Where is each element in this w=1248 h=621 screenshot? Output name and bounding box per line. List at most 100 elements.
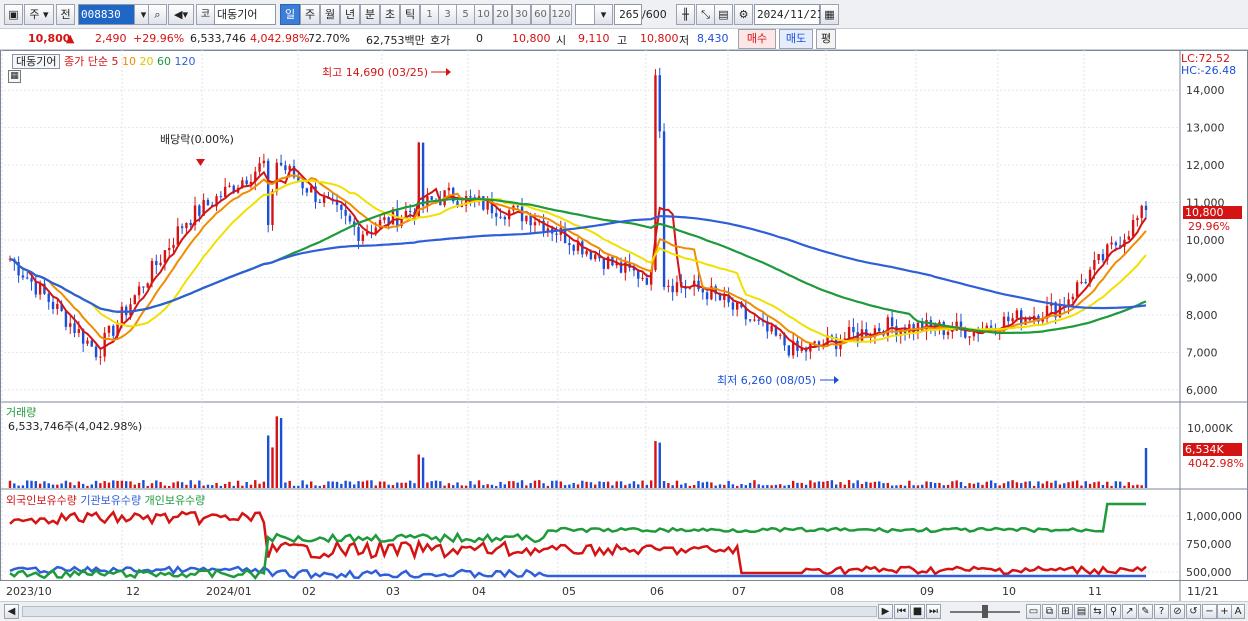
interval-30[interactable]: 30 bbox=[512, 4, 531, 25]
volume-bar bbox=[241, 485, 244, 488]
tab-period-second[interactable]: 초 bbox=[380, 4, 400, 25]
interval-10[interactable]: 10 bbox=[474, 4, 493, 25]
tab-period-minute[interactable]: 분 bbox=[360, 4, 380, 25]
volume-bar bbox=[400, 482, 403, 488]
scroll-right-icon[interactable]: ▶ bbox=[878, 604, 893, 619]
interval-5[interactable]: 5 bbox=[456, 4, 475, 25]
volume-bar bbox=[834, 484, 838, 488]
volume-bar bbox=[1136, 484, 1139, 488]
volume-bar bbox=[675, 480, 679, 488]
date-input[interactable]: 2024/11/21 bbox=[754, 4, 823, 25]
volume-bar bbox=[503, 484, 507, 488]
stock-code-input[interactable]: 008830 bbox=[78, 4, 138, 25]
grid-icon[interactable]: ⊞ bbox=[1058, 604, 1073, 619]
volume-bar bbox=[146, 485, 149, 488]
chart-scrollbar[interactable]: ◀ ▶ ⏮ ■ ⏭ ▭ ⧉ ⊞ ▤ ⇆ ⚲ ↗ ✎ ? ⊘ ↺ − + A bbox=[0, 601, 1248, 621]
filter-icon[interactable]: ⚲ bbox=[1106, 604, 1121, 619]
candle-body bbox=[344, 209, 347, 216]
tab-period-month[interactable]: 월 bbox=[320, 4, 340, 25]
help-icon[interactable]: ? bbox=[1154, 604, 1169, 619]
pencil-icon[interactable]: ✎ bbox=[1138, 604, 1153, 619]
chart-table-icon[interactable]: ▦ bbox=[8, 70, 21, 83]
ma60-line bbox=[9, 197, 1147, 335]
x-axis-label: 2023/10 bbox=[6, 585, 52, 598]
volume-bar bbox=[430, 481, 433, 488]
scroll-first-icon[interactable]: ⏮ bbox=[894, 604, 909, 619]
save-icon[interactable]: ▤ bbox=[714, 4, 733, 25]
settings-gear-icon[interactable]: ⚙ bbox=[734, 4, 753, 25]
scroll-track[interactable] bbox=[22, 606, 877, 617]
scroll-stop-icon[interactable]: ■ bbox=[910, 604, 925, 619]
interval-20[interactable]: 20 bbox=[493, 4, 512, 25]
candle-body bbox=[516, 205, 519, 207]
stock-name-box[interactable]: 대동기어 bbox=[12, 54, 61, 69]
draw-tool-icon[interactable]: ⤡ bbox=[696, 4, 715, 25]
buy-button[interactable]: 매수 bbox=[738, 29, 776, 49]
candle-body bbox=[180, 226, 184, 229]
candle-body bbox=[1093, 260, 1096, 270]
calendar-icon[interactable]: ▦ bbox=[820, 4, 839, 25]
volume-bar bbox=[1123, 485, 1126, 488]
market-select[interactable]: 주 ▾ bbox=[24, 4, 54, 25]
candle-body bbox=[73, 323, 76, 334]
volume-bar bbox=[903, 485, 907, 488]
volume-bar bbox=[589, 482, 593, 488]
volume-bar bbox=[464, 485, 468, 488]
candle-body bbox=[572, 245, 575, 251]
volume-bar bbox=[611, 485, 614, 488]
tab-period-week[interactable]: 주 bbox=[300, 4, 320, 25]
hoga-price: 10,800 bbox=[512, 32, 551, 45]
font-size-icon[interactable]: A bbox=[1231, 604, 1245, 619]
candle-body bbox=[852, 326, 855, 333]
window-menu-icon[interactable]: ▣ bbox=[4, 4, 23, 25]
interval-3[interactable]: 3 bbox=[438, 4, 457, 25]
volume-bar bbox=[155, 480, 158, 488]
candle-body bbox=[266, 160, 270, 226]
volume-bar bbox=[396, 482, 399, 488]
trend-icon[interactable]: ↗ bbox=[1122, 604, 1137, 619]
x-axis-label: 04 bbox=[472, 585, 486, 598]
interval-dropdown-icon[interactable]: ▾ bbox=[594, 4, 613, 25]
interval-1[interactable]: 1 bbox=[420, 4, 439, 25]
volume-bar bbox=[77, 481, 81, 488]
sell-button[interactable]: 매도 bbox=[779, 29, 813, 49]
zoom-in-icon[interactable]: + bbox=[1217, 604, 1232, 619]
interval-120[interactable]: 120 bbox=[550, 4, 572, 25]
copy-icon[interactable]: ⧉ bbox=[1042, 604, 1057, 619]
scroll-last-icon[interactable]: ⏭ bbox=[926, 604, 941, 619]
candle-body bbox=[77, 329, 81, 334]
volume-bar bbox=[1127, 482, 1130, 488]
search-icon[interactable]: ⌕ bbox=[148, 4, 167, 25]
stock-name-field[interactable]: 대동기어 bbox=[214, 4, 276, 25]
clear-icon[interactable]: ⊘ bbox=[1170, 604, 1185, 619]
volume-bar bbox=[189, 480, 192, 488]
tab-period-tick[interactable]: 틱 bbox=[400, 4, 420, 25]
table-icon[interactable]: ▤ bbox=[1074, 604, 1089, 619]
price-tick-label: 13,000 bbox=[1186, 122, 1225, 135]
chart-area[interactable]: 2023/10 12 2024/01 02 03 04 05 06 07 08 09 10 11 11/2… bbox=[0, 50, 1248, 601]
prev-button[interactable]: 전 bbox=[56, 4, 75, 25]
zoom-slider-thumb[interactable] bbox=[982, 605, 988, 618]
volume-bar bbox=[976, 482, 980, 488]
volume-bar bbox=[1106, 481, 1109, 488]
zoom-out-icon[interactable]: − bbox=[1202, 604, 1217, 619]
avg-button[interactable]: 평 bbox=[816, 29, 836, 49]
speaker-icon[interactable]: ◀▾ bbox=[168, 4, 194, 25]
view-count-input[interactable]: 265 bbox=[614, 4, 642, 25]
compare-icon[interactable]: ⇆ bbox=[1090, 604, 1105, 619]
candle-type-icon[interactable]: ╫ bbox=[676, 4, 695, 25]
volume-bar bbox=[94, 480, 98, 488]
volume-bar bbox=[275, 416, 278, 488]
interval-60[interactable]: 60 bbox=[531, 4, 550, 25]
volume-bar bbox=[314, 485, 317, 488]
tab-period-year[interactable]: 년 bbox=[340, 4, 360, 25]
candle-body bbox=[1075, 282, 1079, 297]
volume-bar bbox=[843, 484, 846, 488]
zoom-reset-icon[interactable]: ↺ bbox=[1186, 604, 1201, 619]
volume-bar bbox=[959, 482, 963, 488]
volume-bar bbox=[163, 485, 167, 488]
scroll-left-icon[interactable]: ◀ bbox=[4, 604, 19, 619]
tab-period-day[interactable]: 일 bbox=[280, 4, 300, 25]
ma20-label: 20 bbox=[139, 55, 154, 68]
layout-icon[interactable]: ▭ bbox=[1026, 604, 1041, 619]
